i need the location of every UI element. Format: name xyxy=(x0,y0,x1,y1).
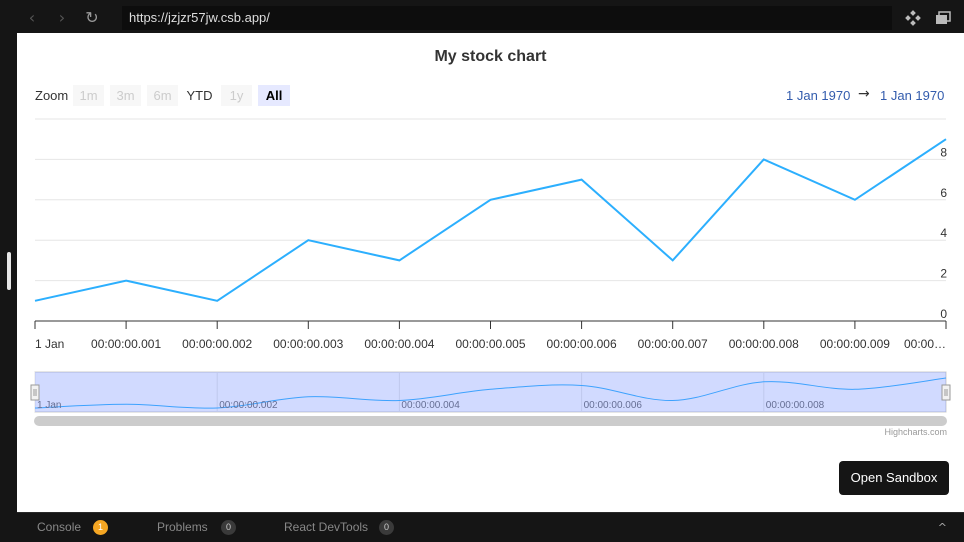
x-tick-label: 00:00:00.004 xyxy=(364,337,434,351)
tab-console[interactable]: Console xyxy=(37,520,81,534)
back-icon[interactable]: ‹ xyxy=(17,3,47,33)
navigator-handle-right[interactable] xyxy=(941,384,951,401)
devtools-bar: Console 1 Problems 0 React DevTools 0 ^ xyxy=(17,512,964,542)
tab-problems[interactable]: Problems xyxy=(157,520,208,534)
app-frame: ‹ › ↻ https://jzjzr57jw.csb.app/ My stoc… xyxy=(0,0,964,542)
resize-handle[interactable] xyxy=(7,252,11,290)
reload-icon[interactable]: ↻ xyxy=(77,3,107,33)
x-tick-label: 00:00:00.006 xyxy=(547,337,617,351)
x-tick-label: 00:00:00.005 xyxy=(455,337,525,351)
x-tick-label: 00:00:00.007 xyxy=(638,337,708,351)
open-window-icon[interactable] xyxy=(931,6,955,30)
forward-icon[interactable]: › xyxy=(47,3,77,33)
series-line[interactable] xyxy=(34,138,947,302)
x-tick-label: 00:00… xyxy=(904,337,946,351)
navigator-handle-left[interactable] xyxy=(30,384,40,401)
x-tick-label: 1 Jan xyxy=(35,337,64,351)
left-edge-panel xyxy=(0,0,17,542)
devtools-icon[interactable] xyxy=(901,6,925,30)
x-tick-label: 00:00:00.003 xyxy=(273,337,343,351)
y-tick-label: 2 xyxy=(940,267,947,281)
url-bar[interactable]: https://jzjzr57jw.csb.app/ xyxy=(122,6,892,30)
browser-toolbar: ‹ › ↻ https://jzjzr57jw.csb.app/ xyxy=(17,2,964,33)
scrollbar[interactable] xyxy=(34,416,947,426)
console-badge: 1 xyxy=(93,520,108,535)
tab-react-devtools[interactable]: React DevTools xyxy=(284,520,368,534)
stock-chart: 1 Jan 00:00:00.001 00:00:00.002 00:00:00.00… xyxy=(30,118,951,426)
y-tick-label: 0 xyxy=(940,307,947,321)
y-tick-label: 6 xyxy=(940,186,947,200)
x-tick-label: 00:00:00.002 xyxy=(182,337,252,351)
chevron-up-icon[interactable]: ^ xyxy=(938,521,947,534)
problems-badge: 0 xyxy=(221,520,236,535)
x-axis: 1 Jan 00:00:00.001 00:00:00.002 00:00:00.00… xyxy=(34,320,947,351)
x-tick-label: 00:00:00.008 xyxy=(729,337,799,351)
x-tick-label: 00:00:00.009 xyxy=(820,337,890,351)
credits-link[interactable]: Highcharts.com xyxy=(884,427,947,437)
react-devtools-badge: 0 xyxy=(379,520,394,535)
y-tick-label: 4 xyxy=(940,226,947,240)
preview-pane: My stock chart Zoom 1m 3m 6m YTD 1y All … xyxy=(17,33,964,512)
y-tick-label: 8 xyxy=(940,145,947,159)
navigator[interactable]: 1 Jan00:00:00.00200:00:00.00400:00:00.00… xyxy=(30,371,951,413)
y-axis: 0 2 4 6 8 xyxy=(940,145,947,321)
open-sandbox-button[interactable]: Open Sandbox xyxy=(839,461,949,495)
x-tick-label: 00:00:00.001 xyxy=(91,337,161,351)
navigator-selection[interactable] xyxy=(35,372,946,412)
